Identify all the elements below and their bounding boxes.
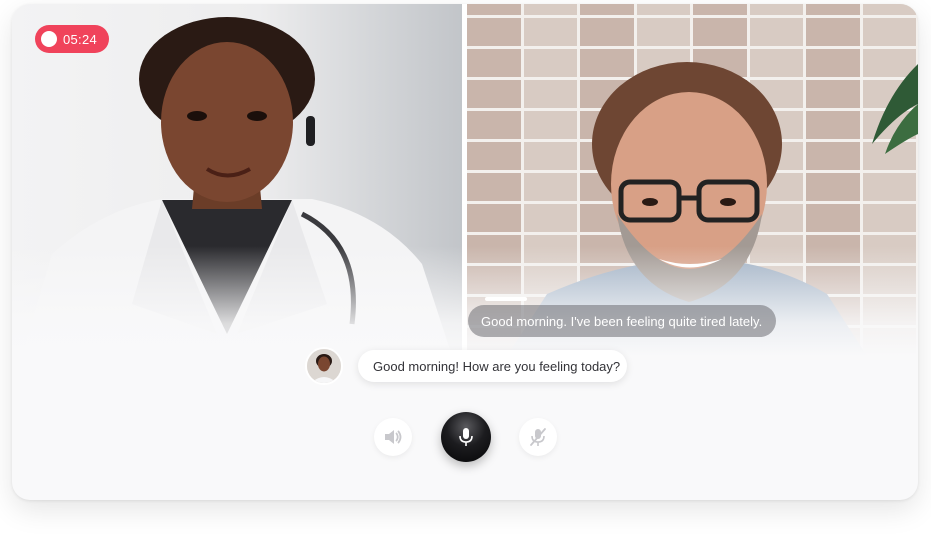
caption-progress-indicator: [485, 297, 527, 301]
microphone-off-icon: [530, 428, 546, 446]
microphone-icon: [459, 428, 473, 446]
mute-button[interactable]: [519, 418, 557, 456]
speaker-icon: [385, 430, 402, 444]
recording-badge: 05:24: [35, 25, 109, 53]
doctor-video-feed: [12, 4, 462, 356]
speaker-button[interactable]: [374, 418, 412, 456]
record-indicator-icon: [41, 31, 57, 47]
doctor-caption-bubble: Good morning! How are you feeling today?: [358, 350, 627, 382]
patient-caption-bubble: Good morning. I've been feeling quite ti…: [468, 305, 776, 337]
video-call-card: 05:24 Good morning. I've been feeling qu…: [12, 4, 918, 500]
doctor-avatar: [305, 347, 343, 385]
recording-timer: 05:24: [63, 31, 98, 47]
patient-video-feed: [467, 4, 918, 356]
doctor-avatar-image: [307, 349, 341, 383]
microphone-button[interactable]: [441, 412, 491, 462]
